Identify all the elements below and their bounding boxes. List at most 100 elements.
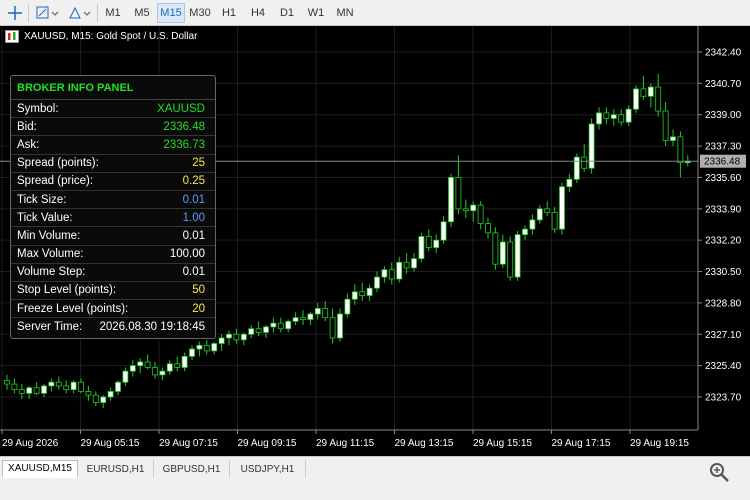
candle-body: [255, 328, 262, 333]
timeframe-mn-button[interactable]: MN: [331, 3, 359, 23]
chart-tab[interactable]: USDJPY,H1: [230, 460, 306, 478]
price-axis-label: 2340.70: [705, 79, 742, 90]
panel-row: Tick Size: 0.01: [11, 191, 215, 210]
chart-tab[interactable]: EURUSD,H1: [78, 460, 154, 478]
candle-body: [115, 381, 121, 392]
panel-row: Volume Step: 0.01: [11, 264, 215, 282]
candle-body: [166, 363, 173, 372]
candle-body: [292, 317, 299, 322]
timeframe-m30-button[interactable]: M30: [186, 3, 214, 23]
candle-body: [270, 322, 277, 328]
time-axis-label: 29 Aug 09:15: [238, 438, 297, 449]
candle-body: [100, 396, 107, 403]
time-axis-label: 29 Aug 19:15: [630, 438, 689, 449]
candle-body: [203, 344, 210, 352]
panel-row-value: 1.00: [182, 211, 205, 224]
candle-body: [603, 112, 610, 119]
panel-title: BROKER INFO PANEL: [11, 76, 215, 100]
time-axis-label: 29 Aug 15:15: [473, 438, 532, 449]
candle-body: [152, 367, 158, 376]
price-axis-label: 2323.70: [705, 393, 742, 404]
price-axis-label: 2339.00: [705, 110, 742, 121]
panel-row: Ask: 2336.73: [11, 136, 215, 155]
candle-body: [337, 313, 343, 339]
price-chart[interactable]: 2342.40 2340.70 2339.00 2337.30 2335.60 2333.…: [0, 26, 750, 456]
price-axis-label: 2328.80: [705, 298, 742, 309]
crosshair-icon[interactable]: [4, 3, 26, 23]
candle-body: [63, 385, 70, 391]
candle-body: [144, 361, 151, 368]
panel-row: Spread (points): 25: [11, 155, 215, 173]
timeframe-m15-button[interactable]: M15: [157, 3, 185, 23]
candle-body: [640, 88, 647, 97]
time-axis-label: 29 Aug 05:15: [81, 438, 140, 449]
candle-body: [78, 381, 84, 392]
candle-body: [359, 291, 366, 296]
panel-row-value: 2336.48: [163, 120, 205, 133]
candle-body: [85, 391, 92, 396]
shapes-tools-icon[interactable]: [64, 3, 94, 23]
candle-body: [240, 333, 247, 341]
panel-row-value: 0.01: [182, 229, 205, 242]
candle-body: [536, 208, 543, 221]
timeframe-h4-button[interactable]: H4: [244, 3, 272, 23]
timeframe-m1-button[interactable]: M1: [99, 3, 127, 23]
panel-row: Stop Level (points): 50: [11, 282, 215, 301]
panel-row: Spread (price): 0.25: [11, 173, 215, 191]
time-axis-label: 29 Aug 17:15: [552, 438, 611, 449]
chart-title: XAUUSD, M15: Gold Spot / U.S. Dollar: [24, 31, 198, 42]
candle-body: [618, 114, 625, 123]
candle-body: [70, 381, 77, 391]
panel-row: Min Volume: 0.01: [11, 227, 215, 246]
timeframe-h1-button[interactable]: H1: [215, 3, 243, 23]
candle-body: [129, 365, 136, 372]
timeframe-d1-button[interactable]: D1: [273, 3, 301, 23]
chart-toolbar: M1 M5 M15 M30 H1 H4 D1 W1 MN: [0, 0, 750, 26]
chart-tab[interactable]: GBPUSD,H1: [154, 460, 230, 478]
candle-body: [559, 186, 565, 230]
panel-row-label: Volume Step:: [17, 266, 86, 279]
candle-body: [492, 232, 499, 265]
panel-row-label: Tick Value:: [17, 211, 73, 224]
panel-row-value: 2026.08.30 19:18:45: [99, 321, 205, 334]
candle-body: [388, 269, 395, 280]
candle-body: [625, 108, 632, 123]
time-axis-label: 29 Aug 11:15: [316, 438, 375, 449]
time-axis-label: 29 Aug 07:15: [159, 438, 218, 449]
timeframe-m5-button[interactable]: M5: [128, 3, 156, 23]
chart-tab[interactable]: XAUUSD,M15: [2, 460, 78, 478]
candle-body: [647, 86, 654, 97]
candle-body: [26, 387, 33, 394]
candle-body: [322, 308, 329, 319]
candle-body: [48, 381, 55, 387]
candle-body: [122, 370, 129, 383]
candle-body: [33, 387, 40, 394]
candle-body: [677, 136, 684, 164]
panel-row: Tick Value: 1.00: [11, 209, 215, 228]
candle-body: [514, 234, 521, 278]
candle-body: [4, 379, 10, 385]
panel-row-value: 2336.73: [163, 138, 205, 151]
panel-row-label: Min Volume:: [17, 229, 81, 242]
broker-info-panel: BROKER INFO PANEL Symbol: XAUUSD Bid: 2336.…: [10, 75, 216, 339]
candle-body: [181, 356, 188, 368]
candle-body: [351, 291, 358, 300]
line-tools-icon[interactable]: [32, 3, 62, 23]
candle-body: [551, 212, 558, 230]
candle-body: [462, 208, 469, 212]
candle-body: [226, 333, 232, 339]
price-axis-label: 2333.90: [705, 204, 742, 215]
panel-row-label: Tick Size:: [17, 193, 67, 206]
candle-body: [455, 177, 462, 210]
zoom-icon[interactable]: [708, 461, 730, 483]
panel-row-label: Symbol:: [17, 102, 59, 115]
candle-body: [418, 236, 425, 260]
candle-body: [573, 156, 580, 180]
price-axis-label: 2335.60: [705, 173, 742, 184]
candle-body: [396, 261, 403, 280]
panel-row-value: 0.01: [182, 266, 205, 279]
candle-body: [137, 361, 144, 367]
candle-body: [670, 136, 676, 141]
panel-row-label: Spread (price):: [17, 175, 94, 188]
timeframe-w1-button[interactable]: W1: [302, 3, 330, 23]
